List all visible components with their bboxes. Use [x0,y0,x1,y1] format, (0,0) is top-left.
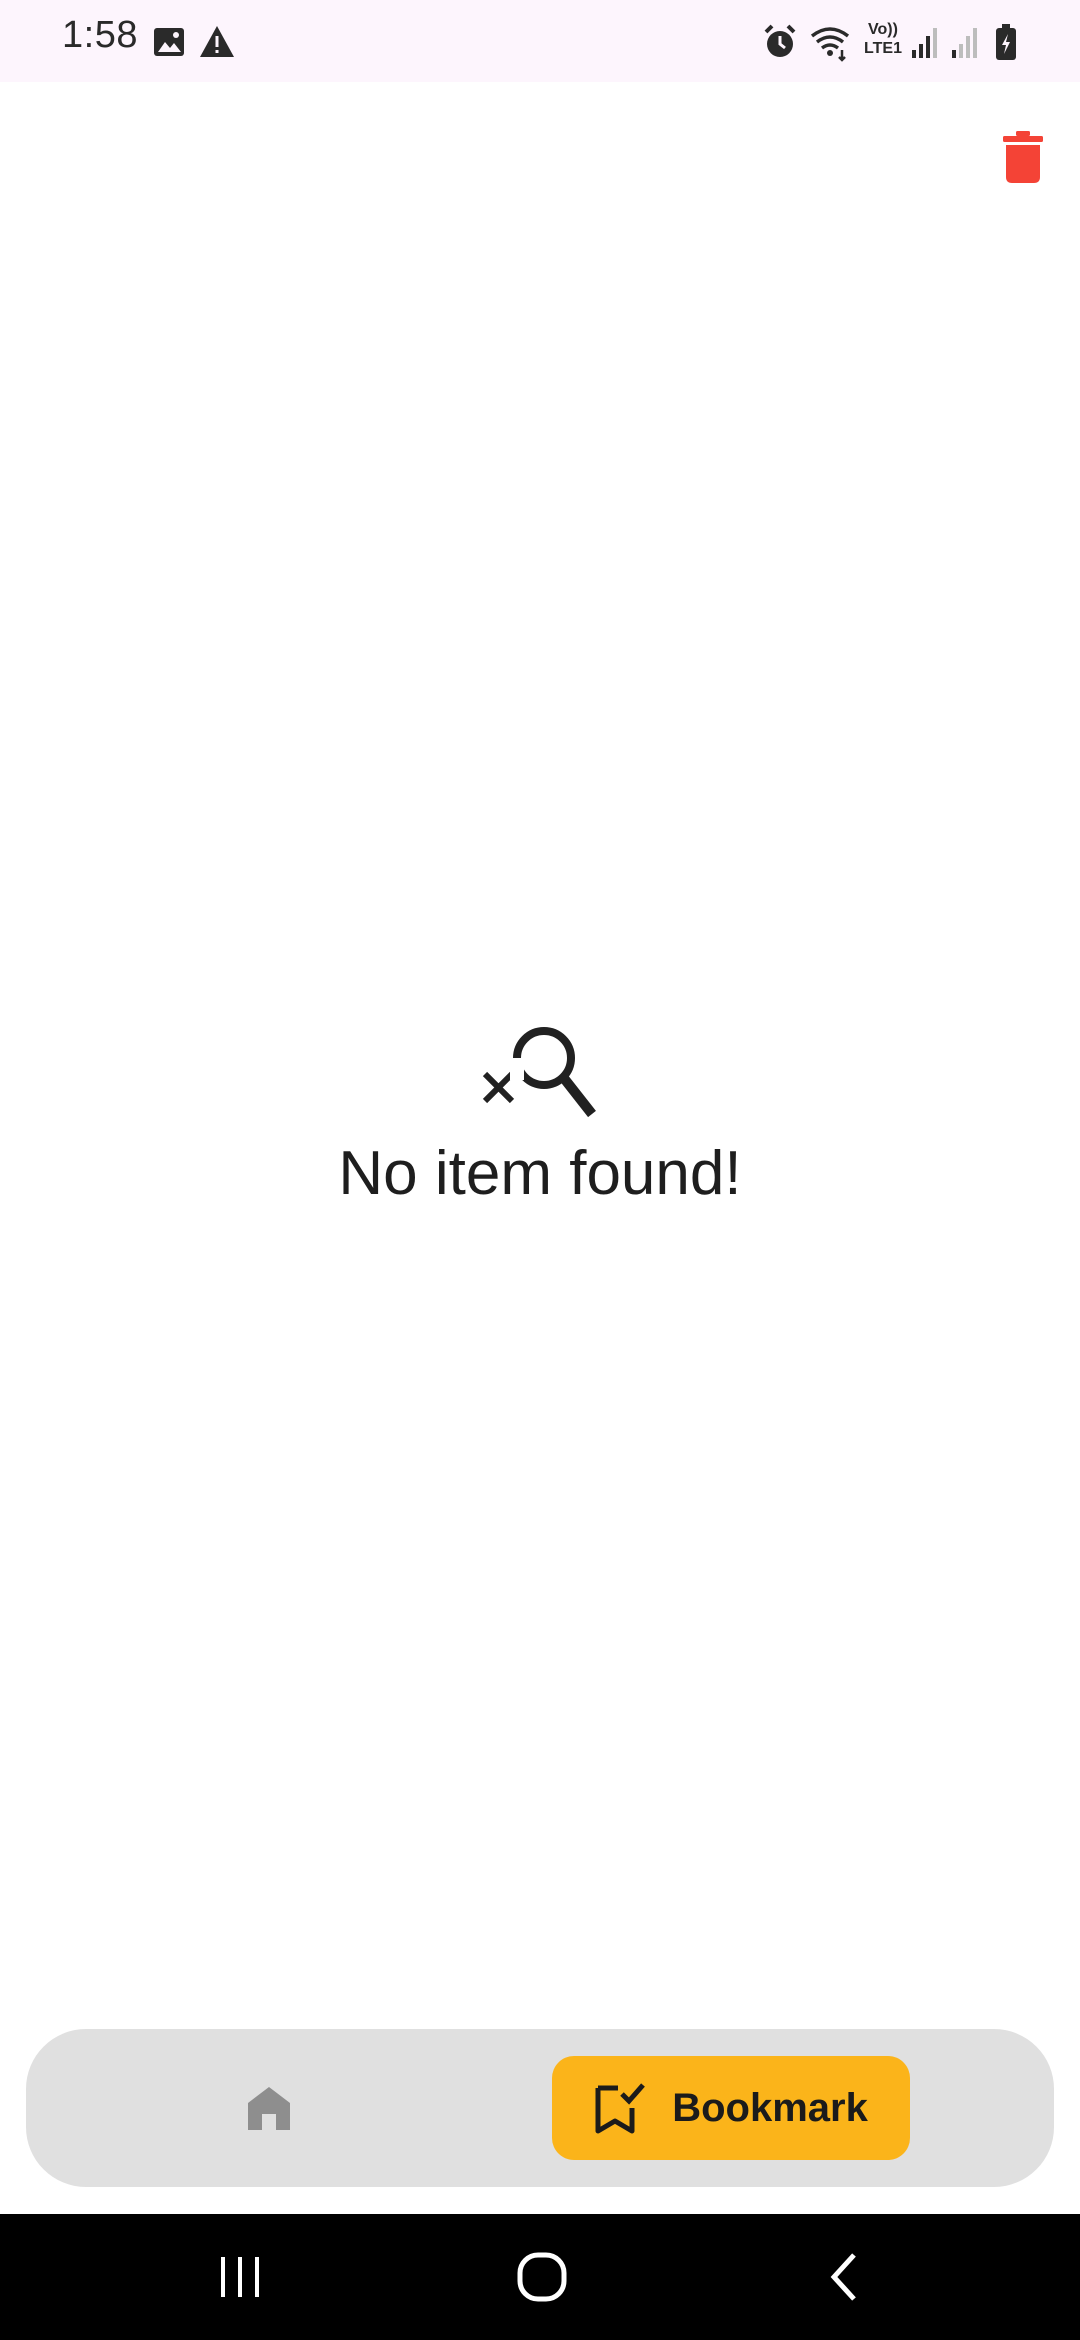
system-navigation-bar [0,2214,1080,2340]
volte-lte-icon: Vo)) LTE1 [862,20,904,64]
trash-icon [1003,131,1043,183]
home-button[interactable] [502,2244,582,2310]
status-bar: 1:58 Vo)) LTE1 [0,0,1080,82]
status-time: 1:58 [62,14,138,56]
empty-state: No item found! [0,1020,1080,1209]
lte-label: LTE1 [864,40,902,57]
signal-icon [912,28,937,58]
screen: 1:58 Vo)) LTE1 No item found! Bookmark [0,0,1080,2340]
back-button[interactable] [806,2244,886,2310]
back-icon [830,2253,856,2301]
warning-icon [200,26,234,57]
recent-apps-icon [221,2257,259,2297]
volte-label: Vo)) [868,21,898,38]
home-icon [248,2087,290,2130]
empty-message: No item found! [338,1139,742,1208]
signal-weak-icon [952,28,977,58]
bookmark-check-icon [595,2083,646,2134]
battery-charging-icon [996,24,1016,60]
delete-all-button[interactable] [996,126,1050,188]
gallery-icon [154,28,184,56]
alarm-icon [764,24,796,57]
home-circle-icon [517,2252,567,2302]
bottom-navigation-bar: Bookmark [26,2029,1054,2187]
search-off-icon [482,1027,596,1118]
nav-item-bookmark[interactable]: Bookmark [552,2056,910,2160]
wifi-icon [810,27,850,62]
recent-apps-button[interactable] [200,2244,280,2310]
nav-item-home[interactable] [216,2073,322,2143]
nav-item-bookmark-label: Bookmark [672,2085,868,2130]
